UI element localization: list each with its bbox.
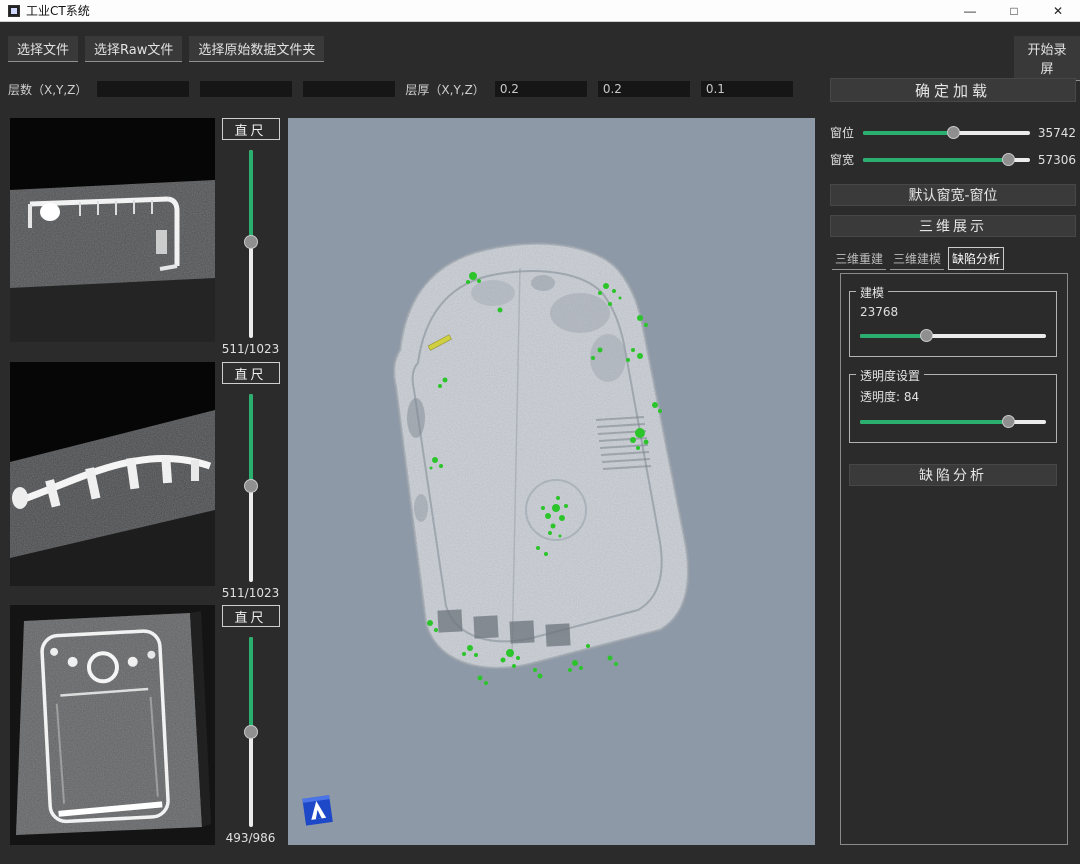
window-width-label: 窗宽 [830,151,857,168]
window-width-row: 窗宽 57306 [830,151,1076,168]
slice-panel-bottom: 直尺 493/986 [10,605,286,845]
ct-slice-image-3[interactable] [10,605,215,845]
modeling-threshold-slider[interactable] [860,329,1046,343]
default-window-button[interactable]: 默认窗宽-窗位 [830,184,1076,206]
ct-slice-image-2[interactable] [10,362,215,586]
tab-3d-reconstruction[interactable]: 三维重建 [832,248,886,270]
transparency-slider[interactable] [860,415,1046,429]
start-recording-button[interactable]: 开始录屏 [1014,36,1080,81]
slice-position-2: 511/1023 [222,586,280,600]
modeling-group: 建模 23768 [849,291,1057,357]
tab-defect-analysis[interactable]: 缺陷分析 [948,247,1004,270]
ct-slice-image-1[interactable] [10,118,215,342]
thickness-label: 层厚（X,Y,Z） [405,81,484,98]
slider-handle[interactable] [244,725,258,739]
window-level-slider[interactable] [863,126,1030,140]
maximize-button[interactable]: □ [992,0,1036,21]
slider-fill [863,158,1009,162]
confirm-load-button[interactable]: 确定加载 [830,78,1076,102]
vendor-logo-icon [298,791,336,829]
slice-slider-1[interactable] [244,150,258,338]
slider-handle[interactable] [1002,153,1015,166]
slice-control-3: 直尺 493/986 [215,605,286,845]
slice-position-3: 493/986 [226,831,276,845]
viewport-3d[interactable] [288,118,815,845]
titlebar: 工业CT系统 — □ ✕ [0,0,1080,22]
ruler-button-1[interactable]: 直尺 [222,118,280,140]
modeling-group-title: 建模 [856,284,888,301]
close-button[interactable]: ✕ [1036,0,1080,21]
slider-handle[interactable] [947,126,960,139]
analysis-tabs: 三维重建 三维建模 缺陷分析 [830,250,1076,270]
slider-handle[interactable] [1002,415,1015,428]
window-width-value: 57306 [1036,153,1076,167]
ruler-button-3[interactable]: 直尺 [222,605,280,627]
show-3d-button[interactable]: 三维展示 [830,215,1076,237]
window-controls: — □ ✕ [948,0,1080,21]
select-raw-button[interactable]: 选择Raw文件 [85,36,182,62]
reconstruction-3d-render [288,118,815,845]
slider-fill [249,637,253,732]
slice-slider-2[interactable] [244,394,258,582]
minimize-button[interactable]: — [948,0,992,21]
layers-y-input[interactable] [199,80,293,98]
file-toolbar: 选择文件 选择Raw文件 选择原始数据文件夹 [8,36,324,62]
slice-control-2: 直尺 511/1023 [215,362,286,600]
window-level-label: 窗位 [830,124,857,141]
thickness-y-input[interactable] [597,80,691,98]
window-width-slider[interactable] [863,153,1030,167]
run-defect-analysis-button[interactable]: 缺陷分析 [849,464,1057,486]
layers-label: 层数（X,Y,Z） [8,81,87,98]
slider-handle[interactable] [244,235,258,249]
layers-x-input[interactable] [96,80,190,98]
slider-fill [860,334,927,338]
slider-handle[interactable] [920,329,933,342]
window-level-row: 窗位 35742 [830,124,1076,141]
slider-fill [249,394,253,486]
slice-slider-3[interactable] [244,637,258,827]
ruler-button-2[interactable]: 直尺 [222,362,280,384]
thickness-x-input[interactable] [494,80,588,98]
slice-position-1: 511/1023 [222,342,280,356]
app-icon [8,5,20,17]
layers-z-input[interactable] [302,80,396,98]
control-panel: 确定加载 窗位 35742 窗宽 57306 默认窗宽-窗位 三维展示 三维重建… [830,78,1076,845]
modeling-threshold-value: 23768 [860,305,1046,319]
slice-panel-middle: 直尺 511/1023 [10,362,286,600]
slider-handle[interactable] [244,479,258,493]
defect-analysis-tab-panel: 建模 23768 透明度设置 透明度: 84 缺陷分析 [840,273,1068,845]
slice-control-1: 直尺 511/1023 [215,118,286,356]
tab-3d-modeling[interactable]: 三维建模 [890,248,944,270]
transparency-group-title: 透明度设置 [856,367,924,384]
slider-fill [249,150,253,242]
select-file-button[interactable]: 选择文件 [8,36,78,62]
transparency-value-label: 透明度: 84 [860,388,1046,405]
thickness-z-input[interactable] [700,80,794,98]
parameter-row: 层数（X,Y,Z） 层厚（X,Y,Z） [8,80,822,98]
slider-fill [860,420,1009,424]
window-title: 工业CT系统 [26,2,90,19]
select-folder-button[interactable]: 选择原始数据文件夹 [189,36,324,62]
slider-fill [863,131,954,135]
window-level-value: 35742 [1036,126,1076,140]
slice-panel-top: 直尺 511/1023 [10,118,286,356]
transparency-group: 透明度设置 透明度: 84 [849,374,1057,443]
